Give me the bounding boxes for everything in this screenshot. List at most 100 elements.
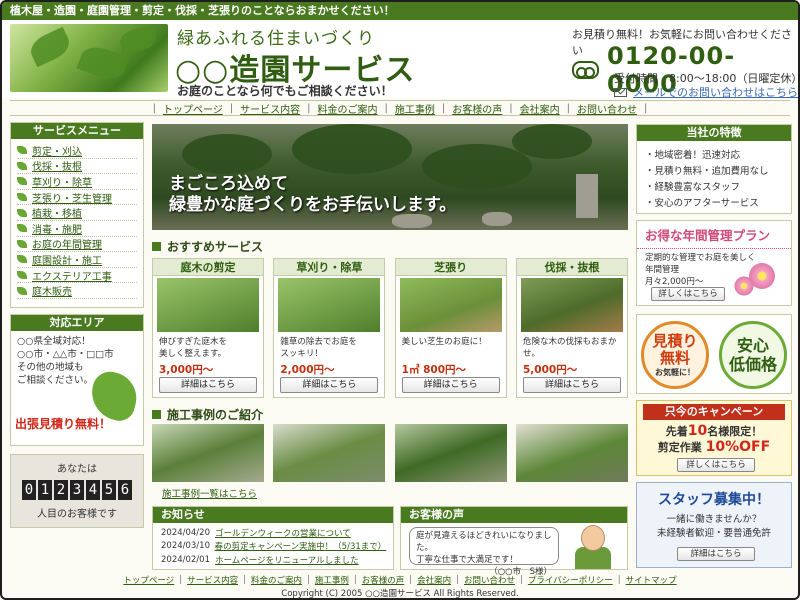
- leaf-icon: [17, 146, 27, 155]
- service-menu-item[interactable]: 庭園設計・施工: [17, 252, 137, 268]
- counter-label: あなたは: [57, 464, 97, 475]
- service-menu-item[interactable]: 庭木販売: [17, 283, 137, 299]
- feature-item: ・見積り無料・追加費用なし: [645, 166, 769, 177]
- leaf-icon: [17, 286, 27, 295]
- leaf-icon: [17, 271, 27, 280]
- flower-icon: [733, 275, 755, 297]
- counter-digit: 4: [86, 480, 100, 500]
- service-menu-title: サービスメニュー: [11, 123, 143, 139]
- gnav-voice[interactable]: お客様の声: [445, 101, 509, 116]
- features-box: 当社の特徴 ・地域密着！迅速対応 ・見積り無料・追加費用なし ・経験豊富なスタッ…: [636, 124, 792, 214]
- footer-link[interactable]: プライバシーポリシー: [523, 574, 618, 586]
- campaign-title: 只今のキャンペーン: [643, 404, 785, 420]
- leaf-icon: [17, 193, 27, 202]
- news-box: お知らせ 2024/04/20 ゴールデンウィークの営業について 2024/03/…: [152, 506, 394, 570]
- pruning-photo: [157, 278, 259, 332]
- hero-text: まごころ込めて 緑豊かな庭づくりをお手伝いします。: [169, 174, 457, 215]
- service-cards: 庭木の剪定 伸びすぎた庭木を 美しく整えます。 3,000円～ 詳細はこちら 草刈…: [152, 258, 628, 398]
- customer-voice: お客様の声 庭が見違えるほどきれいになりました。 丁寧な仕事で大満足です！ （○…: [400, 506, 628, 577]
- service-area-title: 対応エリア: [11, 315, 143, 331]
- leaf-icon: [17, 161, 27, 170]
- service-card-felling: 伐採・抜根 危険な木の伐採もおまかせ。 5,000円～ 詳細はこちら: [515, 258, 628, 398]
- service-menu-item[interactable]: 芝張り・芝生管理: [17, 190, 137, 206]
- gnav-contact[interactable]: お問い合わせ: [570, 101, 644, 116]
- feature-item: ・地域密着！迅速対応: [645, 150, 741, 161]
- service-card-turf: 芝張り 美しい芝生のお庭に！ 1㎡ 800円～ 詳細はこちら: [394, 258, 507, 398]
- mail-row[interactable]: メールでのお問い合わせはこちら: [614, 84, 798, 100]
- stump-photo: [520, 278, 623, 332]
- work-photo[interactable]: [152, 424, 264, 482]
- detail-button[interactable]: 詳細はこちら: [159, 377, 257, 393]
- news-title: お知らせ: [153, 507, 393, 523]
- footer-link[interactable]: トップページ: [118, 574, 179, 586]
- plan-detail-button[interactable]: 詳しくはこちら: [651, 287, 725, 301]
- free-dial-icon: [572, 61, 600, 79]
- free-estimate-badge: 見積り 無料 お気軽に！: [641, 321, 709, 389]
- service-menu: サービスメニュー 剪定・刈込 伐採・抜根 草刈り・除草 芝張り・芝生管理 植栽・…: [10, 122, 144, 308]
- service-menu-item[interactable]: 剪定・刈込: [17, 143, 137, 159]
- campaign-detail-button[interactable]: 詳しくはこちら: [677, 458, 755, 472]
- speech-bubble: 庭が見違えるほどきれいになりました。 丁寧な仕事で大満足です！ （○○市 S様）: [409, 527, 559, 577]
- counter-digit: 2: [54, 480, 68, 500]
- counter-digit: 3: [70, 480, 84, 500]
- copyright: Copyright (C) 2005 ○○造園サービス All Rights R…: [281, 589, 519, 599]
- footer-link[interactable]: サイトマップ: [621, 574, 682, 586]
- news-item: 2024/03/10 春の剪定キャンペーン実施中！（5/31まで）: [161, 541, 387, 553]
- detail-button[interactable]: 詳細はこちら: [401, 377, 500, 393]
- service-menu-item[interactable]: 草刈り・除草: [17, 174, 137, 190]
- mail-contact-link[interactable]: メールでのお問い合わせはこちら: [633, 84, 798, 100]
- counter-sub: 人目のお客様です: [37, 509, 117, 520]
- service-area: 対応エリア ○○県全域対応！ ○○市・△△市・□□市 その他の地域も ご相談くだ…: [10, 314, 144, 446]
- counter-digit: 1: [38, 480, 52, 500]
- top-tagline: 植木屋・造園・庭園管理・剪定・伐採・芝張りのことならおまかせください！: [2, 2, 798, 20]
- service-menu-item[interactable]: 消毒・施肥: [17, 221, 137, 237]
- low-price-badge: 安心 低価格: [719, 321, 787, 389]
- counter-digits: 0 1 2 3 4 5 6: [11, 480, 143, 500]
- hero-banner: まごころ込めて 緑豊かな庭づくりをお手伝いします。: [152, 124, 628, 230]
- footer-nav: トップページ | サービス内容 | 料金のご案内 | 施工事例 | お客様の声 | 会社案…: [2, 574, 798, 586]
- feature-item: ・安心のアフターサービス: [645, 198, 759, 209]
- works-list-link[interactable]: 施工事例一覧はこちら: [162, 486, 257, 500]
- gnav-company[interactable]: 会社案内: [513, 101, 567, 116]
- service-menu-item[interactable]: 伐採・抜根: [17, 159, 137, 175]
- feature-item: ・経験豊富なスタッフ: [645, 182, 741, 193]
- work-photo[interactable]: [273, 424, 386, 482]
- service-menu-item[interactable]: エクステリア工事: [17, 268, 137, 284]
- gnav-services[interactable]: サービス内容: [233, 101, 307, 116]
- service-menu-item[interactable]: お庭の年間管理: [17, 237, 137, 253]
- footer-link[interactable]: 料金のご案内: [246, 574, 307, 586]
- work-photo[interactable]: [515, 424, 628, 482]
- footer-link[interactable]: 施工事例: [310, 574, 354, 586]
- staff-recruit-box: スタッフ募集中！ 一緒に働きませんか？ 未経験者歓迎・要普通免許 詳細はこちら: [636, 482, 792, 568]
- counter-digit: 5: [102, 480, 116, 500]
- leaf-icon: [17, 224, 27, 233]
- detail-button[interactable]: 詳細はこちら: [522, 377, 621, 393]
- free-estimate-text: 出張見積り無料！: [15, 417, 112, 431]
- footer-link[interactable]: サービス内容: [182, 574, 243, 586]
- footer-link[interactable]: お客様の声: [357, 574, 410, 586]
- gnav-pricing[interactable]: 料金のご案内: [311, 101, 385, 116]
- leaf-icon: [17, 177, 27, 186]
- annual-plan-box: お得な年間管理プラン 定期的な管理でお庭を美しく 年間管理 月々2,000円～ …: [636, 220, 792, 306]
- staff-detail-button[interactable]: 詳細はこちら: [677, 547, 755, 561]
- gnav-top[interactable]: トップページ: [156, 101, 230, 116]
- footer-link[interactable]: お問い合わせ: [459, 574, 520, 586]
- visitor-counter: あなたは 0 1 2 3 4 5 6 人目のお客様です: [10, 454, 144, 528]
- work-photo[interactable]: [394, 424, 507, 482]
- news-item: 2024/02/01 ホームページをリニューアルしました: [161, 554, 359, 566]
- service-menu-item[interactable]: 植栽・移植: [17, 205, 137, 221]
- works-title: 施工事例のご紹介: [152, 406, 263, 423]
- global-nav: | トップページ | サービス内容 | 料金のご案内 | 施工事例 | お客様の声 | 会…: [10, 100, 790, 116]
- sub-catch: お庭のことなら何でもご相談ください！: [177, 84, 393, 98]
- staff-title: スタッフ募集中！: [658, 492, 770, 508]
- turf-photo: [399, 278, 502, 332]
- detail-button[interactable]: 詳細はこちら: [280, 377, 379, 393]
- voice-title: お客様の声: [401, 507, 627, 523]
- service-card-weeding: 草刈り・除草 雑草の除去でお庭を スッキリ！ 2,000円～ 詳細はこちら: [273, 258, 386, 398]
- mail-icon: [614, 87, 627, 97]
- gnav-works[interactable]: 施工事例: [388, 101, 442, 116]
- counter-digit: 0: [22, 480, 36, 500]
- stone-lantern: [576, 174, 598, 218]
- footer-link[interactable]: 会社案内: [412, 574, 456, 586]
- page: 植木屋・造園・庭園管理・剪定・伐採・芝張りのことならおまかせください！ 緑あふれ…: [0, 0, 800, 600]
